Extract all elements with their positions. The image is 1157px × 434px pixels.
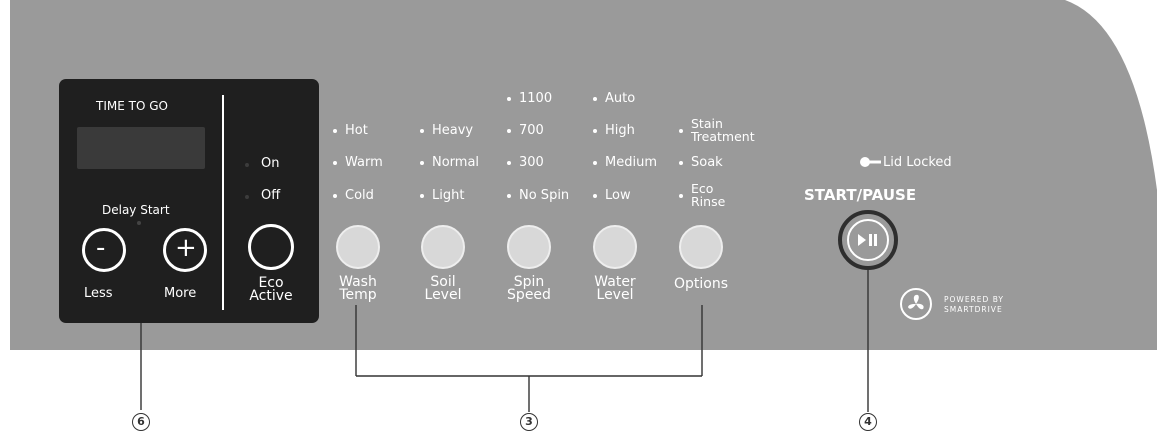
callout-4: 4 xyxy=(859,413,877,431)
callout-leader-lines xyxy=(140,270,869,412)
callout-3: 3 xyxy=(520,413,538,431)
callout-6: 6 xyxy=(132,413,150,431)
washer-control-diagram: TIME TO GO Delay Start - + Less More On … xyxy=(0,0,1157,434)
